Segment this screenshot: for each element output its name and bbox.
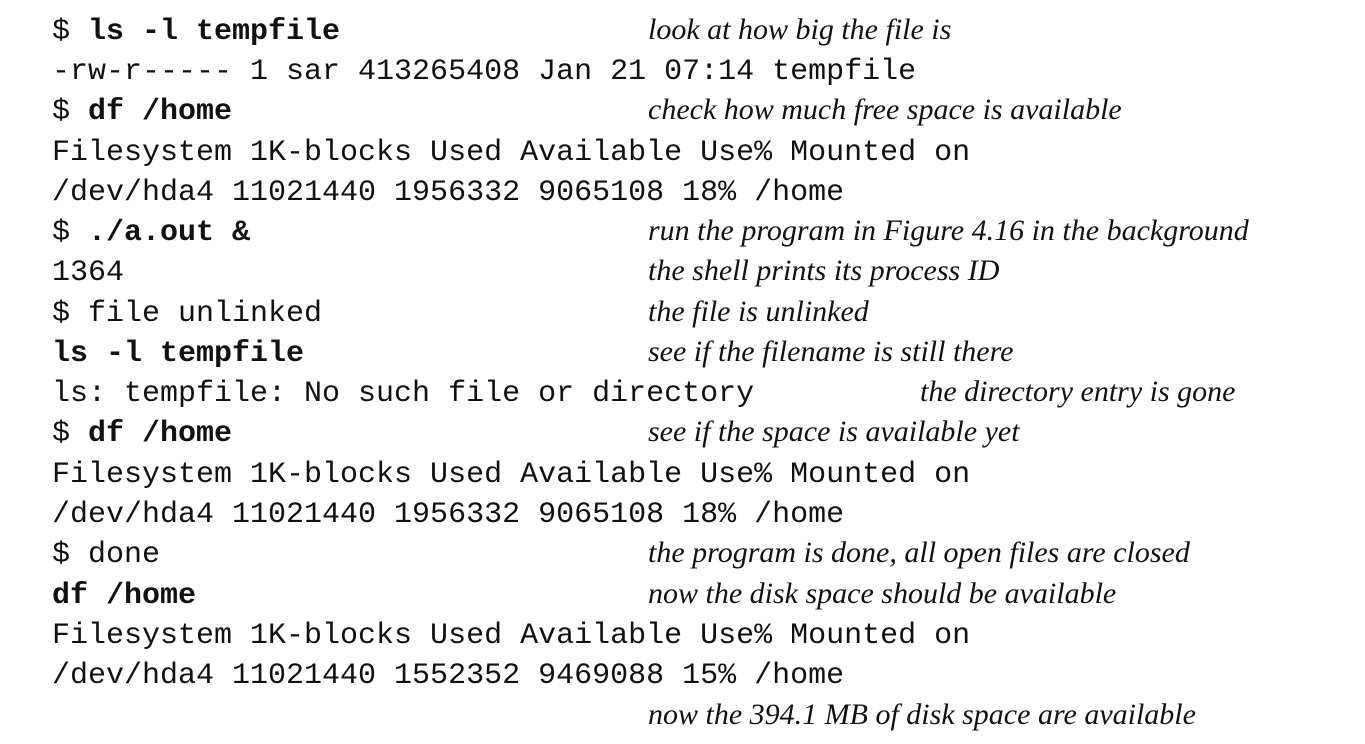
annotation: now the disk space should be available xyxy=(648,577,1117,610)
shell-prompt: $ xyxy=(52,15,89,49)
typed-command: df /home xyxy=(88,417,233,451)
output-line: /dev/hda4 11021440 1956332 9065108 18% /… xyxy=(52,176,845,210)
listing-line: now the 394.1 MB of disk space are avail… xyxy=(0,697,1365,737)
shell-prompt: $ xyxy=(52,216,89,250)
typed-command: ls -l tempfile xyxy=(88,15,341,49)
shell-prompt: $ xyxy=(52,417,89,451)
listing-line: Filesystem 1K-blocks Used Available Use%… xyxy=(0,133,1365,173)
listing-line: Filesystem 1K-blocks Used Available Use%… xyxy=(0,455,1365,495)
annotation: the shell prints its process ID xyxy=(648,254,1000,287)
output-line: $ file unlinked xyxy=(52,297,323,331)
listing-line: ls -l tempfile see if the filename is st… xyxy=(0,334,1365,374)
command-line: $ df /home xyxy=(52,414,232,454)
annotation: now the 394.1 MB of disk space are avail… xyxy=(648,698,1196,731)
annotation: look at how big the file is xyxy=(648,13,952,46)
output-line: 1364 xyxy=(52,256,125,290)
annotation: run the program in Figure 4.16 in the ba… xyxy=(648,214,1249,247)
listing-line: /dev/hda4 11021440 1956332 9065108 18% /… xyxy=(0,495,1365,535)
shell-session-listing: $ ls -l tempfile look at how big the fil… xyxy=(0,0,1365,744)
output-line: $ done xyxy=(52,538,161,572)
output-line: Filesystem 1K-blocks Used Available Use%… xyxy=(52,136,971,170)
command-line: ls -l tempfile xyxy=(52,334,304,374)
annotation: the program is done, all open files are … xyxy=(648,536,1190,569)
typed-command: ls -l tempfile xyxy=(52,337,305,371)
listing-line: df /home now the disk space should be av… xyxy=(0,576,1365,616)
output-line: Filesystem 1K-blocks Used Available Use%… xyxy=(52,458,971,492)
output-line: Filesystem 1K-blocks Used Available Use%… xyxy=(52,619,971,653)
listing-line: $ file unlinked the file is unlinked xyxy=(0,294,1365,334)
listing-line: /dev/hda4 11021440 1552352 9469088 15% /… xyxy=(0,656,1365,696)
listing-line: $ ./a.out & run the program in Figure 4.… xyxy=(0,213,1365,253)
output-line: ls: tempfile: No such file or directory xyxy=(52,377,755,411)
annotation: the directory entry is gone xyxy=(920,375,1236,408)
listing-line: $ done the program is done, all open fil… xyxy=(0,535,1365,575)
typed-command: df /home xyxy=(88,95,233,129)
command-line: $ df /home xyxy=(52,92,232,132)
typed-command: df /home xyxy=(52,579,197,613)
typed-command: ./a.out & xyxy=(88,216,251,250)
output-line: /dev/hda4 11021440 1552352 9469088 15% /… xyxy=(52,659,845,693)
listing-line: $ df /home check how much free space is … xyxy=(0,92,1365,132)
command-line: df /home xyxy=(52,576,196,616)
listing-line: Filesystem 1K-blocks Used Available Use%… xyxy=(0,616,1365,656)
annotation: check how much free space is available xyxy=(648,93,1122,126)
listing-line: 1364 the shell prints its process ID xyxy=(0,253,1365,293)
output-line: /dev/hda4 11021440 1956332 9065108 18% /… xyxy=(52,498,845,532)
command-line: $ ls -l tempfile xyxy=(52,12,340,52)
command-line: $ ./a.out & xyxy=(52,213,250,253)
listing-line: $ df /home see if the space is available… xyxy=(0,414,1365,454)
listing-line: -rw-r----- 1 sar 413265408 Jan 21 07:14 … xyxy=(0,52,1365,92)
listing-line: $ ls -l tempfile look at how big the fil… xyxy=(0,12,1365,52)
annotation: see if the space is available yet xyxy=(648,415,1020,448)
annotation: see if the filename is still there xyxy=(648,335,1014,368)
shell-prompt: $ xyxy=(52,95,89,129)
output-line: -rw-r----- 1 sar 413265408 Jan 21 07:14 … xyxy=(52,55,917,89)
listing-line: ls: tempfile: No such file or directory … xyxy=(0,374,1365,414)
listing-line: /dev/hda4 11021440 1956332 9065108 18% /… xyxy=(0,173,1365,213)
annotation: the file is unlinked xyxy=(648,295,869,328)
